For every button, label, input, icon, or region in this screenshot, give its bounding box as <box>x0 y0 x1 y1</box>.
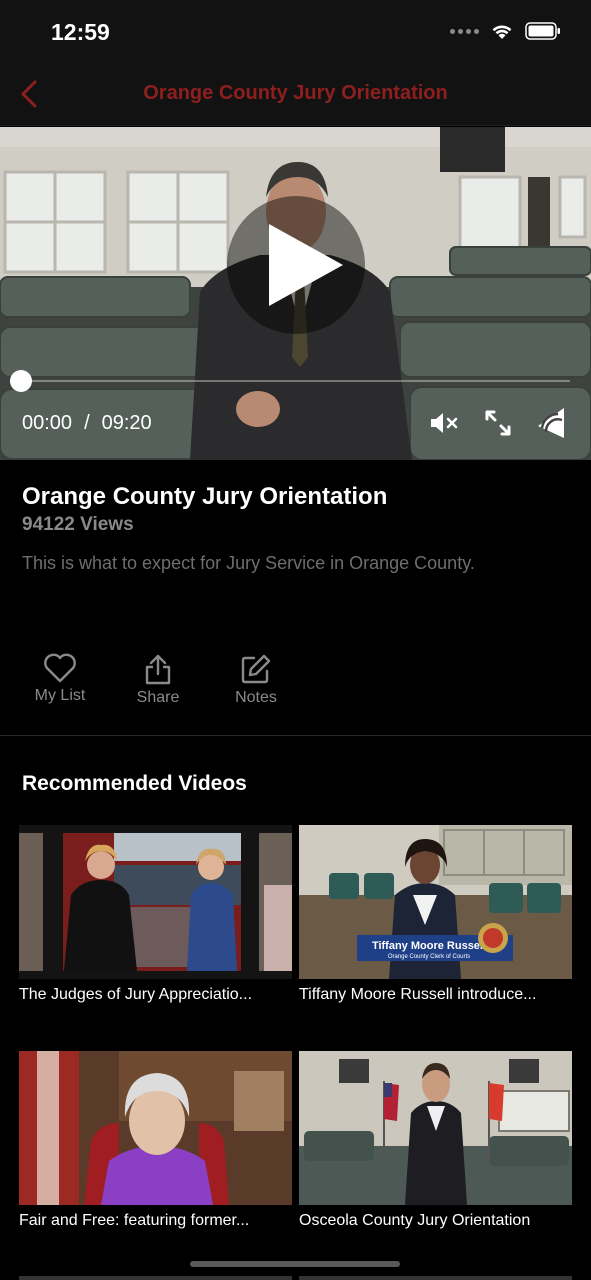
recommended-video-title: Osceola County Jury Orientation <box>299 1212 531 1229</box>
recommended-video-title: The Judges of Jury Appreciatio... <box>19 986 253 1003</box>
duration: 09:20 <box>101 412 152 434</box>
divider <box>0 735 591 736</box>
play-icon <box>269 224 343 306</box>
status-bar: 12:59 <box>0 0 591 62</box>
video-thumbnail: Tiffany Moore Russell Orange County Cler… <box>299 825 572 979</box>
wifi-icon <box>492 24 512 39</box>
recommended-video-card-peek <box>19 1276 292 1280</box>
action-bar: My List Share Notes <box>0 653 591 713</box>
edit-icon <box>241 654 271 684</box>
signal-icon <box>450 28 479 34</box>
play-button[interactable] <box>227 196 365 334</box>
progress-bar[interactable] <box>22 380 570 382</box>
nav-bar: Orange County Jury Orientation <box>0 62 591 126</box>
my-list-button[interactable]: My List <box>20 653 100 705</box>
notes-button[interactable]: Notes <box>216 653 296 707</box>
video-thumbnail <box>299 1051 572 1205</box>
video-player[interactable]: 00:00 / 09:20 <box>0 127 591 460</box>
lower-third-subtitle: Orange County Clerk of Courts <box>388 954 470 960</box>
recommended-heading: Recommended Videos <box>22 772 247 795</box>
mute-button[interactable] <box>428 407 460 439</box>
video-title: Orange County Jury Orientation <box>22 483 388 510</box>
video-description: This is what to expect for Jury Service … <box>22 553 475 573</box>
heart-icon <box>44 653 76 683</box>
share-button[interactable]: Share <box>118 653 198 707</box>
current-time: 00:00 <box>22 412 73 434</box>
lower-third-name: Tiffany Moore Russell <box>372 940 486 952</box>
fullscreen-icon <box>485 410 511 436</box>
cast-button[interactable] <box>535 407 567 439</box>
status-time: 12:59 <box>51 19 110 45</box>
recommended-video-title: Tiffany Moore Russell introduce... <box>299 986 537 1003</box>
progress-knob[interactable] <box>10 370 32 392</box>
notes-label: Notes <box>235 689 277 706</box>
fullscreen-button[interactable] <box>482 407 514 439</box>
home-indicator[interactable] <box>190 1261 400 1267</box>
share-icon <box>145 654 171 685</box>
battery-icon <box>525 22 560 40</box>
share-label: Share <box>136 689 180 706</box>
my-list-label: My List <box>34 687 86 704</box>
mute-icon <box>431 413 458 433</box>
recommended-video-title: Fair and Free: featuring former... <box>19 1212 250 1229</box>
status-icons <box>450 22 561 40</box>
time-readout: 00:00 / 09:20 <box>22 412 152 435</box>
cast-icon <box>538 408 564 438</box>
view-count: 94122 Views <box>22 514 134 535</box>
recommended-video-card-peek <box>299 1276 572 1280</box>
video-thumbnail <box>19 825 292 979</box>
video-thumbnail <box>19 1051 292 1205</box>
page-title: Orange County Jury Orientation <box>143 82 448 104</box>
time-separator: / <box>84 412 90 434</box>
